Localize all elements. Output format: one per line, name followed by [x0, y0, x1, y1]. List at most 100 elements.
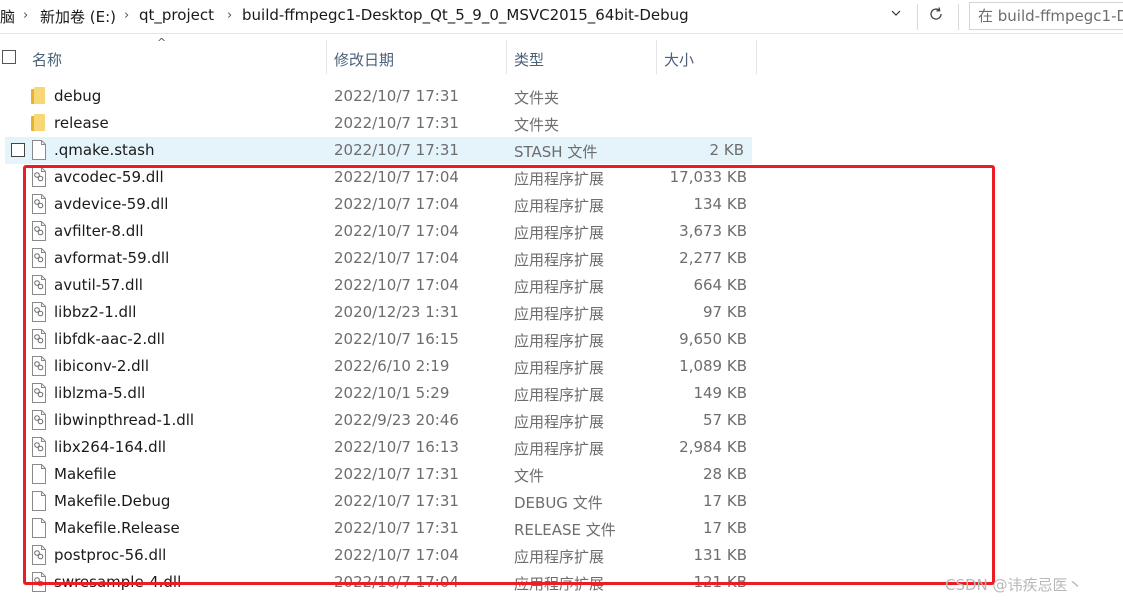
- dll-icon: [31, 410, 47, 430]
- divider: [958, 4, 959, 30]
- dll-icon: [31, 194, 47, 214]
- file-row[interactable]: avfilter-8.dll 2022/10/7 17:04 应用程序扩展 3,673…: [0, 218, 760, 245]
- file-row[interactable]: postproc-56.dll 2022/10/7 17:04 应用程序扩展 131 …: [0, 542, 760, 569]
- file-row[interactable]: Makefile.Debug 2022/10/7 17:31 DEBUG 文件 17 …: [0, 488, 760, 515]
- file-type: 应用程序扩展: [514, 197, 605, 215]
- file-date: 2022/10/7 17:04: [334, 168, 459, 186]
- file-date: 2022/10/7 17:04: [334, 195, 459, 213]
- file-type: 应用程序扩展: [514, 440, 605, 458]
- address-bar[interactable]: 脑 › 新加卷 (E:) › qt_project › build-ffmpeg…: [0, 0, 1123, 34]
- file-row[interactable]: libbz2-1.dll 2020/12/23 1:31 应用程序扩展 97 KB: [0, 299, 760, 326]
- file-size: 17 KB: [703, 492, 747, 510]
- file-name: postproc-56.dll: [54, 546, 167, 564]
- breadcrumb-item-drive[interactable]: 新加卷 (E:): [40, 6, 116, 27]
- file-name: avcodec-59.dll: [54, 168, 164, 186]
- select-all-checkbox[interactable]: [2, 50, 16, 64]
- file-date: 2022/10/7 17:31: [334, 141, 459, 159]
- row-checkbox[interactable]: [11, 143, 25, 157]
- breadcrumb-separator-icon[interactable]: ›: [227, 8, 232, 23]
- folder-icon: [31, 114, 45, 131]
- breadcrumb-item-computer[interactable]: 脑: [0, 6, 15, 27]
- file-name: swresample-4.dll: [54, 573, 182, 591]
- file-name: debug: [54, 87, 102, 105]
- file-size: 57 KB: [703, 411, 747, 429]
- breadcrumb-item-project[interactable]: qt_project: [139, 6, 214, 24]
- breadcrumb-item-build[interactable]: build-ffmpegc1-Desktop_Qt_5_9_0_MSVC2015…: [242, 6, 689, 24]
- file-row[interactable]: swresample-4.dll 2022/10/7 17:04 应用程序扩展 121…: [0, 569, 760, 596]
- file-date: 2022/10/7 17:04: [334, 276, 459, 294]
- search-input[interactable]: 在 build-ffmpegc1-Desktop_Qt_5_9_0_MSVC20…: [969, 2, 1123, 30]
- column-divider[interactable]: [326, 40, 327, 74]
- file-list: debug 2022/10/7 17:31 文件夹 release 2022/10/7 …: [0, 83, 1123, 604]
- file-name: avfilter-8.dll: [54, 222, 144, 240]
- file-name: avformat-59.dll: [54, 249, 170, 267]
- refresh-icon[interactable]: [922, 3, 950, 29]
- file-row[interactable]: avdevice-59.dll 2022/10/7 17:04 应用程序扩展 134 …: [0, 191, 760, 218]
- file-name: Makefile: [54, 465, 117, 483]
- file-name: Makefile.Release: [54, 519, 180, 537]
- file-date: 2022/10/7 17:04: [334, 546, 459, 564]
- dll-icon: [31, 248, 47, 268]
- file-row[interactable]: liblzma-5.dll 2022/10/1 5:29 应用程序扩展 149 KB: [0, 380, 760, 407]
- file-icon: [31, 491, 47, 511]
- file-type: STASH 文件: [514, 143, 598, 161]
- file-icon: [31, 518, 47, 538]
- column-size[interactable]: 大小: [664, 49, 694, 70]
- file-type: RELEASE 文件: [514, 521, 616, 539]
- file-type: 应用程序扩展: [514, 278, 605, 296]
- file-size: 28 KB: [703, 465, 747, 483]
- file-type: 应用程序扩展: [514, 386, 605, 404]
- file-type: 应用程序扩展: [514, 575, 605, 593]
- column-date[interactable]: 修改日期: [334, 49, 394, 70]
- file-name: avdevice-59.dll: [54, 195, 169, 213]
- file-size: 134 KB: [693, 195, 747, 213]
- file-type: DEBUG 文件: [514, 494, 603, 512]
- file-size: 664 KB: [693, 276, 747, 294]
- breadcrumb-separator-icon[interactable]: ›: [23, 8, 28, 23]
- file-type: 应用程序扩展: [514, 413, 605, 431]
- column-divider[interactable]: [656, 40, 657, 74]
- file-type: 文件夹: [514, 89, 560, 107]
- file-row[interactable]: release 2022/10/7 17:31 文件夹: [0, 110, 760, 137]
- file-icon: [31, 140, 47, 160]
- file-row[interactable]: avformat-59.dll 2022/10/7 17:04 应用程序扩展 2,27…: [0, 245, 760, 272]
- chevron-down-icon[interactable]: [884, 5, 908, 27]
- file-row[interactable]: libwinpthread-1.dll 2022/9/23 20:46 应用程序扩展…: [0, 407, 760, 434]
- file-date: 2022/10/7 16:13: [334, 438, 459, 456]
- file-type: 应用程序扩展: [514, 359, 605, 377]
- file-date: 2022/10/7 17:31: [334, 114, 459, 132]
- dll-icon: [31, 221, 47, 241]
- file-date: 2022/10/7 17:04: [334, 573, 459, 591]
- file-size: 131 KB: [693, 546, 747, 564]
- breadcrumb-separator-icon[interactable]: ›: [124, 8, 129, 23]
- column-divider[interactable]: [756, 40, 757, 74]
- file-date: 2022/10/7 17:31: [334, 492, 459, 510]
- column-name[interactable]: 名称: [32, 49, 62, 70]
- file-size: 2,277 KB: [679, 249, 747, 267]
- file-row[interactable]: libfdk-aac-2.dll 2022/10/7 16:15 应用程序扩展 9,6…: [0, 326, 760, 353]
- file-row[interactable]: .qmake.stash 2022/10/7 17:31 STASH 文件 2 KB: [5, 137, 752, 164]
- file-size: 17 KB: [703, 519, 747, 537]
- dll-icon: [31, 275, 47, 295]
- dll-icon: [31, 167, 47, 187]
- file-row[interactable]: libx264-164.dll 2022/10/7 16:13 应用程序扩展 2,98…: [0, 434, 760, 461]
- dll-icon: [31, 545, 47, 565]
- file-row[interactable]: debug 2022/10/7 17:31 文件夹: [0, 83, 760, 110]
- column-type[interactable]: 类型: [514, 49, 544, 70]
- file-type: 文件夹: [514, 116, 560, 134]
- file-name: liblzma-5.dll: [54, 384, 146, 402]
- column-header: ^ 名称 修改日期 类型 大小: [0, 36, 760, 74]
- file-size: 2,984 KB: [679, 438, 747, 456]
- file-row[interactable]: Makefile 2022/10/7 17:31 文件 28 KB: [0, 461, 760, 488]
- file-size: 17,033 KB: [669, 168, 747, 186]
- dll-icon: [31, 437, 47, 457]
- file-row[interactable]: libiconv-2.dll 2022/6/10 2:19 应用程序扩展 1,089 …: [0, 353, 760, 380]
- column-divider[interactable]: [506, 40, 507, 74]
- file-row[interactable]: Makefile.Release 2022/10/7 17:31 RELEASE 文…: [0, 515, 760, 542]
- file-row[interactable]: avutil-57.dll 2022/10/7 17:04 应用程序扩展 664 KB: [0, 272, 760, 299]
- file-name: release: [54, 114, 109, 132]
- file-type: 应用程序扩展: [514, 251, 605, 269]
- file-icon: [31, 464, 47, 484]
- file-date: 2022/10/7 16:15: [334, 330, 459, 348]
- file-row[interactable]: avcodec-59.dll 2022/10/7 17:04 应用程序扩展 17,03…: [0, 164, 760, 191]
